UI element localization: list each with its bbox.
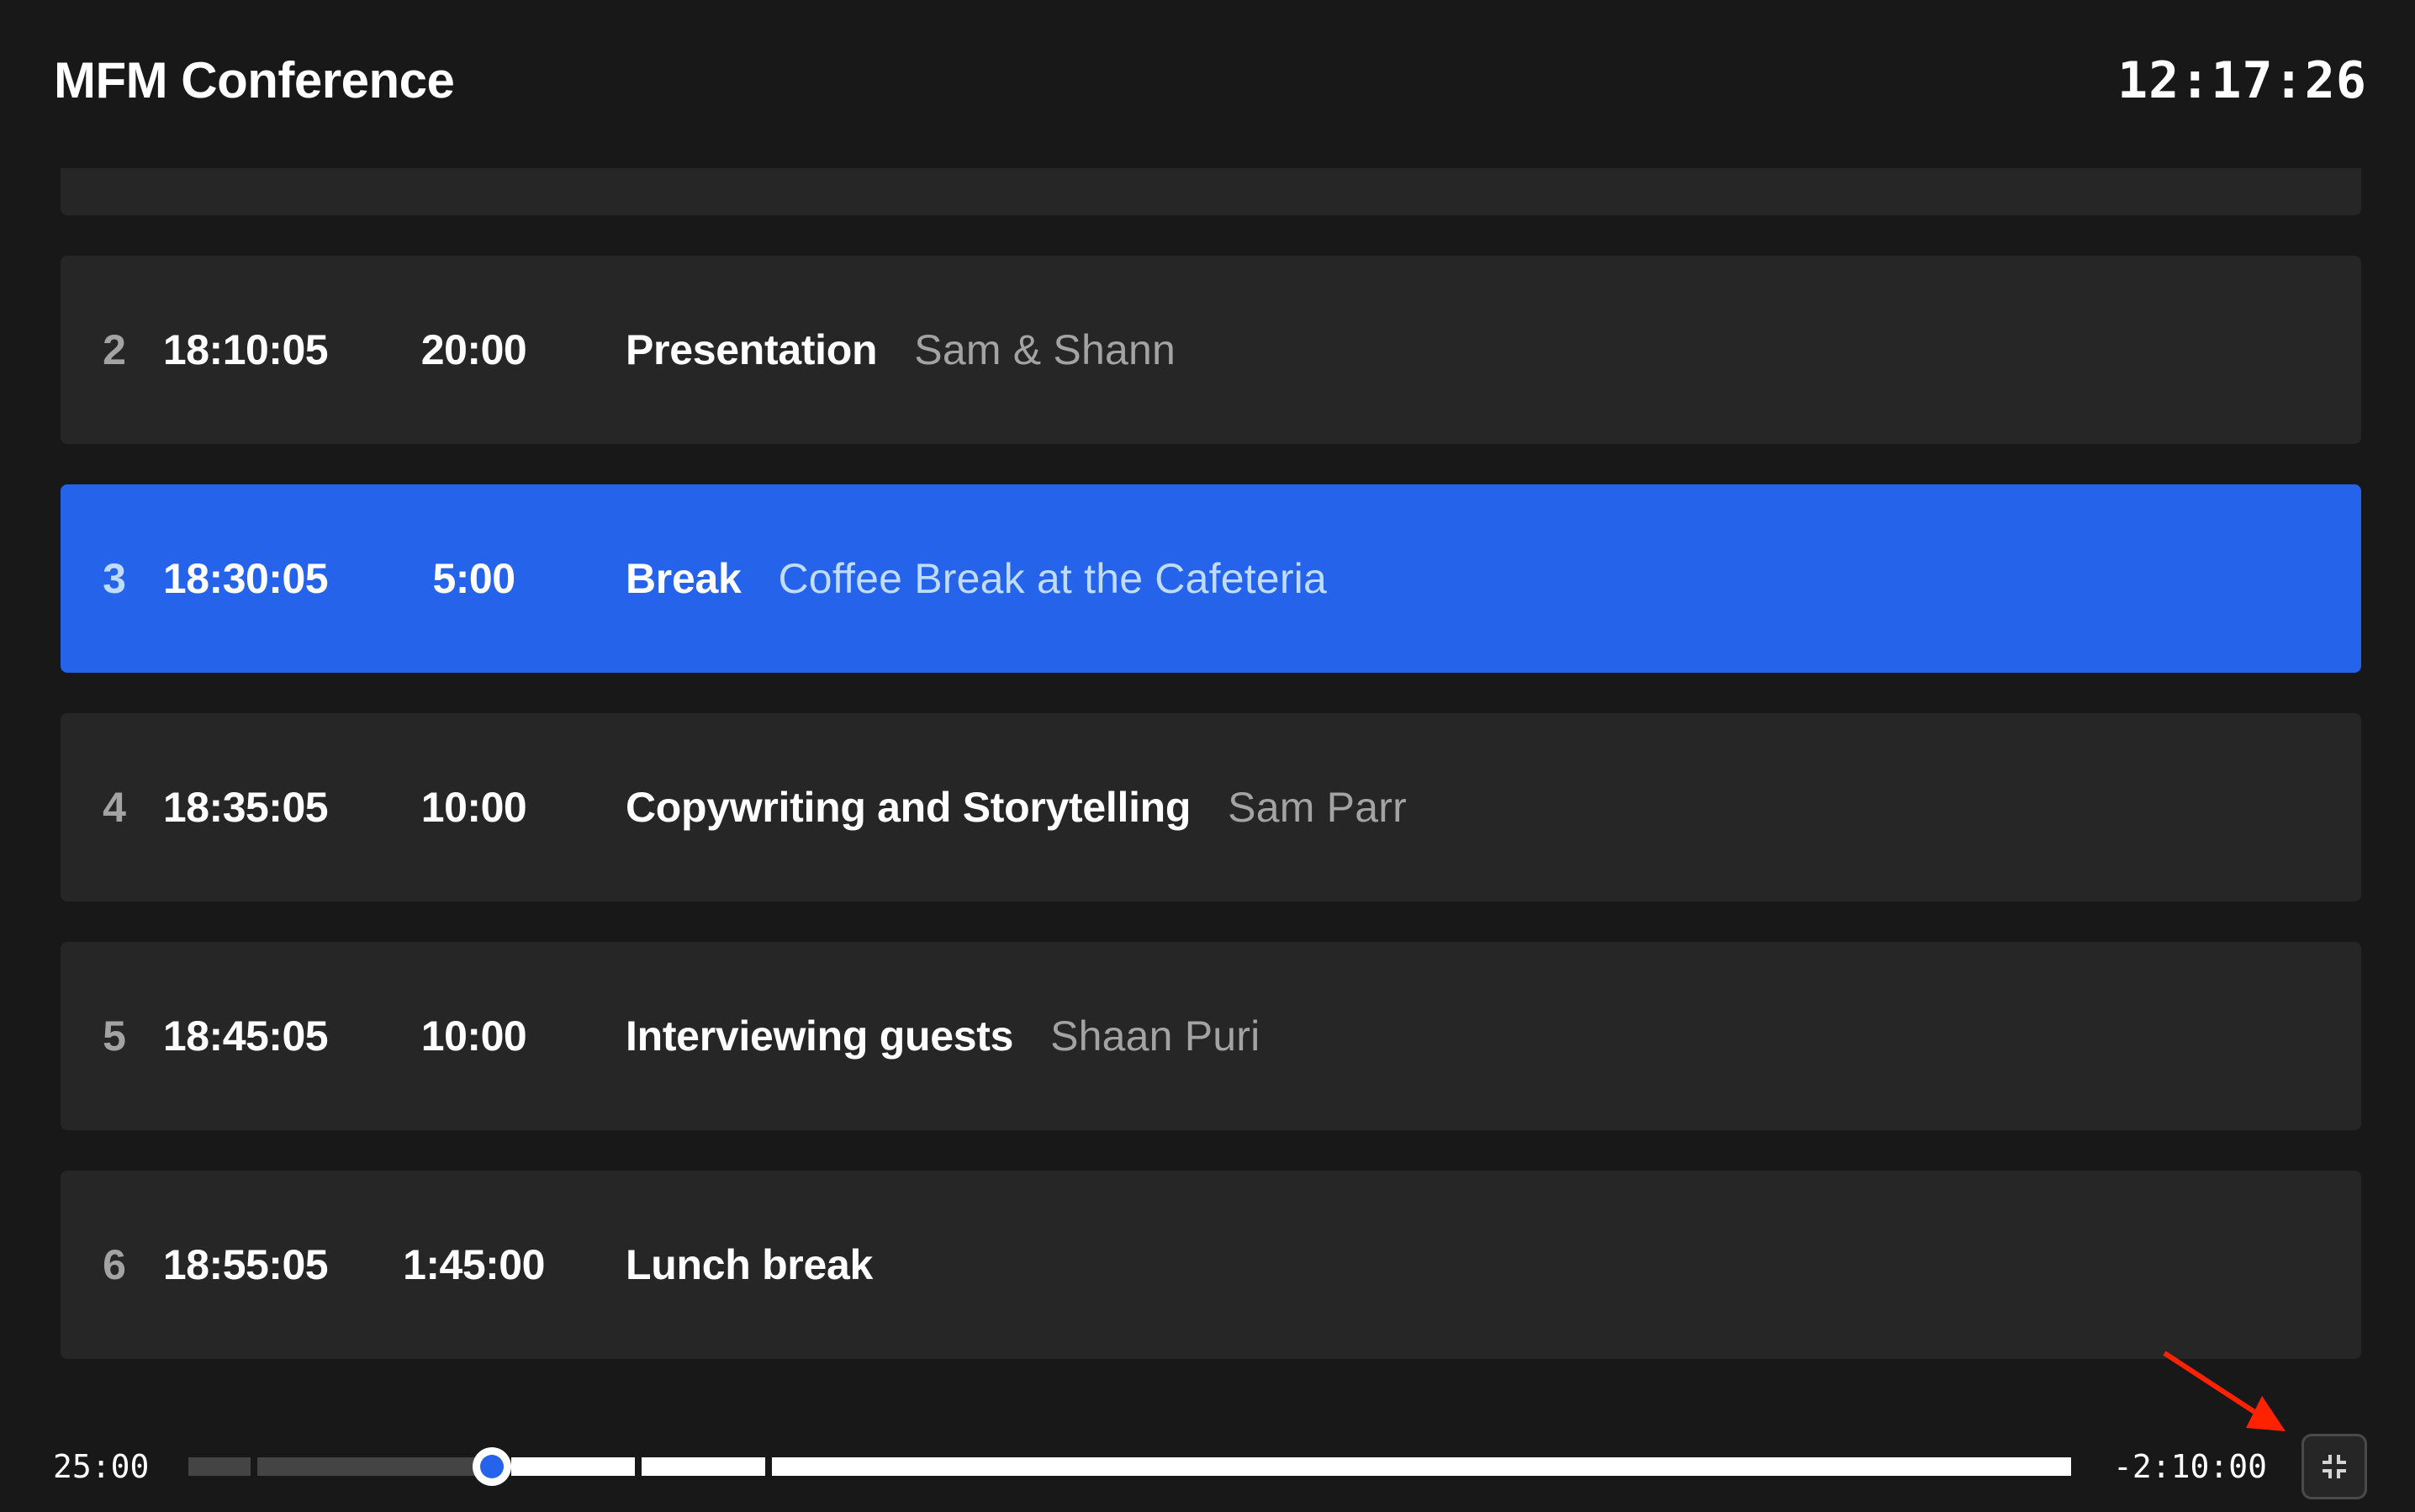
remaining-time: -2:10:00 — [2113, 1448, 2268, 1485]
progress-segment-elapsed — [256, 1457, 493, 1476]
event-duration: 20:00 — [420, 326, 527, 373]
event-card[interactable]: 4 18:35:05 10:00 Copywriting and Storyte… — [61, 713, 2361, 901]
progress-segment[interactable] — [641, 1457, 766, 1476]
event-index: 2 — [103, 326, 126, 373]
annotation-arrow-line — [2163, 1351, 2268, 1422]
progress-segment[interactable] — [772, 1457, 2071, 1476]
event-subtitle: Sam Parr — [1228, 784, 1407, 831]
event-card[interactable]: 2 18:10:05 20:00 Presentation Sam & Shann — [61, 256, 2361, 444]
event-start-time: 18:30:05 — [162, 555, 329, 602]
event-start-time: 18:35:05 — [162, 784, 329, 831]
annotation-arrow-head — [2246, 1396, 2286, 1431]
progress-segment[interactable] — [256, 1457, 505, 1476]
event-card[interactable]: 6 18:55:05 1:45:00 Lunch break — [61, 1171, 2361, 1359]
event-duration: 10:00 — [420, 784, 527, 831]
event-name: Copywriting and Storytelling — [626, 784, 1192, 831]
current-time-clock: 12:17:26 — [2117, 51, 2367, 110]
event-start-time: 18:55:05 — [162, 1241, 329, 1288]
progress-handle-dot — [480, 1455, 505, 1478]
event-title-cell: Presentation Sam & Shann — [626, 256, 1176, 444]
event-duration: 10:00 — [420, 1012, 527, 1060]
event-name: Presentation — [626, 326, 878, 373]
progress-handle[interactable] — [473, 1447, 512, 1486]
exit-fullscreen-button[interactable] — [2301, 1434, 2367, 1499]
event-index: 4 — [103, 784, 126, 831]
event-title-cell: Copywriting and Storytelling Sam Parr — [626, 713, 1407, 901]
event-card-partial[interactable] — [61, 168, 2361, 215]
progress-segment[interactable] — [188, 1457, 251, 1476]
event-card[interactable]: 5 18:45:05 10:00 Interviewing guests Shaa… — [61, 942, 2361, 1130]
event-index: 3 — [103, 555, 126, 602]
event-subtitle: Coffee Break at the Cafeteria — [778, 555, 1327, 602]
event-subtitle: Shaan Puri — [1050, 1012, 1260, 1060]
event-index: 5 — [103, 1012, 126, 1060]
event-title-cell: Lunch break — [626, 1171, 910, 1359]
progress-segment-elapsed — [188, 1457, 251, 1476]
exit-fullscreen-icon — [2323, 1455, 2346, 1478]
event-name: Break — [626, 555, 742, 602]
event-name: Lunch break — [626, 1241, 873, 1288]
event-duration: 1:45:00 — [403, 1241, 545, 1288]
event-title-cell: Break Coffee Break at the Cafeteria — [626, 484, 1327, 673]
event-start-time: 18:10:05 — [162, 326, 329, 373]
event-index: 6 — [103, 1241, 126, 1288]
progress-segment[interactable] — [510, 1457, 635, 1476]
event-name: Interviewing guests — [626, 1012, 1014, 1060]
event-title-cell: Interviewing guests Shaan Puri — [626, 942, 1260, 1130]
event-title: MFM Conference — [54, 52, 455, 108]
event-duration: 5:00 — [432, 555, 515, 602]
progress-bar[interactable] — [188, 1457, 2071, 1476]
event-card-active[interactable]: 3 18:30:05 5:00 Break Coffee Break at the… — [61, 484, 2361, 673]
elapsed-time: 25:00 — [53, 1448, 150, 1485]
event-subtitle: Sam & Shann — [914, 326, 1176, 373]
event-start-time: 18:45:05 — [162, 1012, 329, 1060]
